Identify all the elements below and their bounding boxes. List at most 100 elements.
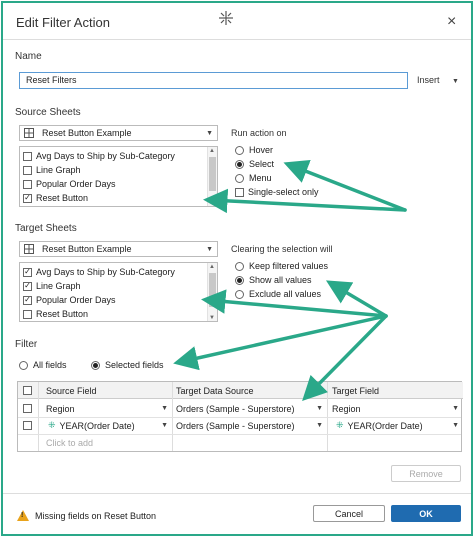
target-sheet-checkbox-1[interactable]: ✓ — [23, 281, 32, 291]
source-sheets-selected: Reset Button Example — [42, 128, 132, 138]
source-sheet-item[interactable]: Popular Order Days — [23, 177, 116, 191]
target-field-value: YEAR(Order Date) — [347, 420, 423, 431]
source-sheet-label: Avg Days to Ship by Sub-Category — [36, 151, 175, 161]
target-sheet-checkbox-0[interactable]: ✓ — [23, 267, 32, 277]
target-sheet-checkbox-3[interactable] — [23, 309, 32, 319]
chevron-down-icon: ▼ — [316, 422, 323, 429]
scroll-up-icon[interactable]: ▲ — [209, 264, 215, 270]
radio-keep[interactable] — [235, 261, 244, 271]
datasource-grid-icon — [24, 128, 34, 138]
missing-fields-warning: Missing fields on Reset Button — [17, 510, 156, 521]
run-option-label: Hover — [249, 145, 274, 155]
col-source-field: Source Field — [46, 386, 97, 396]
target-sheets-list: ✓ Avg Days to Ship by Sub-Category ✓ Lin… — [19, 262, 218, 322]
run-option-hover[interactable]: Hover — [235, 143, 319, 157]
radio-all-fields[interactable] — [19, 360, 28, 370]
footer-separator — [3, 493, 471, 494]
insert-label: Insert — [417, 75, 440, 85]
target-sheet-checkbox-2[interactable]: ✓ — [23, 295, 32, 305]
scroll-down-icon[interactable]: ▼ — [209, 315, 215, 321]
close-icon[interactable]: × — [447, 13, 456, 31]
chevron-down-icon: ▼ — [206, 130, 213, 137]
name-input[interactable]: Reset Filters — [19, 72, 408, 89]
title-separator — [3, 39, 471, 40]
target-sheets-select[interactable]: Reset Button Example ▼ — [19, 241, 218, 257]
target-sheet-item[interactable]: ✓ Avg Days to Ship by Sub-Category — [23, 265, 175, 279]
insert-dropdown[interactable]: Insert ▼ — [417, 75, 459, 85]
radio-exclude[interactable] — [235, 289, 244, 299]
source-field-value: YEAR(Order Date) — [59, 420, 135, 431]
radio-menu[interactable] — [235, 173, 244, 183]
cancel-button[interactable]: Cancel — [313, 505, 385, 522]
datasource-grid-icon — [24, 244, 34, 254]
source-sheet-item[interactable]: ✓ Reset Button — [23, 191, 88, 205]
source-sheet-item[interactable]: Avg Days to Ship by Sub-Category — [23, 149, 175, 163]
source-sheet-label: Line Graph — [36, 165, 81, 175]
source-sheet-checkbox-2[interactable] — [23, 179, 32, 189]
run-option-select[interactable]: Select — [235, 157, 319, 171]
date-field-icon: ⁜ — [48, 420, 56, 430]
clearing-option-label: Show all values — [249, 275, 312, 285]
source-field-dropdown-1[interactable]: ⁜ YEAR(Order Date) ▼ — [48, 417, 172, 434]
target-list-scrollbar[interactable]: ▲ ▼ — [207, 263, 217, 321]
scroll-down-icon[interactable]: ▼ — [209, 200, 215, 206]
scroll-up-icon[interactable]: ▲ — [209, 148, 215, 154]
source-sheet-checkbox-0[interactable] — [23, 151, 32, 161]
single-select-checkbox[interactable] — [235, 187, 244, 197]
radio-selected-fields[interactable] — [91, 360, 100, 370]
source-sheet-item[interactable]: Line Graph — [23, 163, 81, 177]
run-option-menu[interactable]: Menu — [235, 171, 319, 185]
scroll-thumb[interactable] — [209, 157, 216, 191]
target-source-dropdown-0[interactable]: Orders (Sample - Superstore) ▼ — [176, 400, 327, 417]
target-source-value: Orders (Sample - Superstore) — [176, 403, 295, 414]
single-select-option[interactable]: Single-select only — [235, 185, 319, 199]
target-sheets-label: Target Sheets — [15, 223, 77, 234]
chevron-down-icon: ▼ — [452, 422, 459, 429]
radio-show-all[interactable] — [235, 275, 244, 285]
target-field-dropdown-0[interactable]: Region ▼ — [332, 400, 463, 417]
select-all-checkbox[interactable] — [23, 386, 36, 397]
dialog-title: Edit Filter Action — [16, 15, 110, 30]
run-option-label: Menu — [249, 173, 272, 183]
radio-select[interactable] — [235, 159, 244, 169]
run-action-options: Hover Select Menu Single-select only — [235, 143, 319, 199]
target-sheets-selected: Reset Button Example — [42, 244, 132, 254]
target-sheet-label: Reset Button — [36, 309, 89, 319]
source-list-scrollbar[interactable]: ▲ ▼ — [207, 147, 217, 206]
chevron-down-icon: ▼ — [316, 405, 323, 412]
source-sheets-select[interactable]: Reset Button Example ▼ — [19, 125, 218, 141]
target-source-dropdown-1[interactable]: Orders (Sample - Superstore) ▼ — [176, 417, 327, 434]
source-field-dropdown-0[interactable]: Region ▼ — [46, 400, 172, 417]
source-sheet-checkbox-3[interactable]: ✓ — [23, 193, 32, 203]
target-sheet-label: Popular Order Days — [36, 295, 116, 305]
clearing-option-exclude[interactable]: Exclude all values — [235, 287, 328, 301]
chevron-down-icon: ▼ — [452, 405, 459, 412]
name-label: Name — [15, 51, 42, 62]
target-field-dropdown-1[interactable]: ⁜ YEAR(Order Date) ▼ — [336, 417, 463, 434]
row-checkbox-1[interactable] — [23, 417, 36, 434]
target-sheet-item[interactable]: Reset Button — [23, 307, 88, 321]
filter-all-fields-option[interactable]: All fields — [19, 358, 67, 372]
source-field-value: Region — [46, 403, 75, 414]
clearing-option-keep[interactable]: Keep filtered values — [235, 259, 328, 273]
filter-selected-fields-option[interactable]: Selected fields — [91, 358, 164, 372]
clearing-label: Clearing the selection will — [231, 244, 333, 254]
click-to-add[interactable]: Click to add — [46, 434, 93, 451]
remove-button[interactable]: Remove — [391, 465, 461, 482]
clearing-options: Keep filtered values Show all values Exc… — [235, 259, 328, 301]
source-sheet-checkbox-1[interactable] — [23, 165, 32, 175]
clearing-option-label: Exclude all values — [249, 289, 322, 299]
date-field-icon: ⁜ — [336, 420, 344, 430]
selected-fields-label: Selected fields — [105, 360, 164, 370]
ok-button[interactable]: OK — [391, 505, 461, 522]
target-sheet-item[interactable]: ✓ Popular Order Days — [23, 293, 116, 307]
single-select-label: Single-select only — [248, 187, 319, 197]
scroll-thumb[interactable] — [209, 273, 216, 307]
radio-hover[interactable] — [235, 145, 244, 155]
chevron-down-icon: ▼ — [161, 422, 168, 429]
warning-text: Missing fields on Reset Button — [35, 510, 157, 521]
row-checkbox-0[interactable] — [23, 400, 36, 417]
clearing-option-show-all[interactable]: Show all values — [235, 273, 328, 287]
target-sheet-item[interactable]: ✓ Line Graph — [23, 279, 81, 293]
clearing-option-label: Keep filtered values — [249, 261, 329, 271]
